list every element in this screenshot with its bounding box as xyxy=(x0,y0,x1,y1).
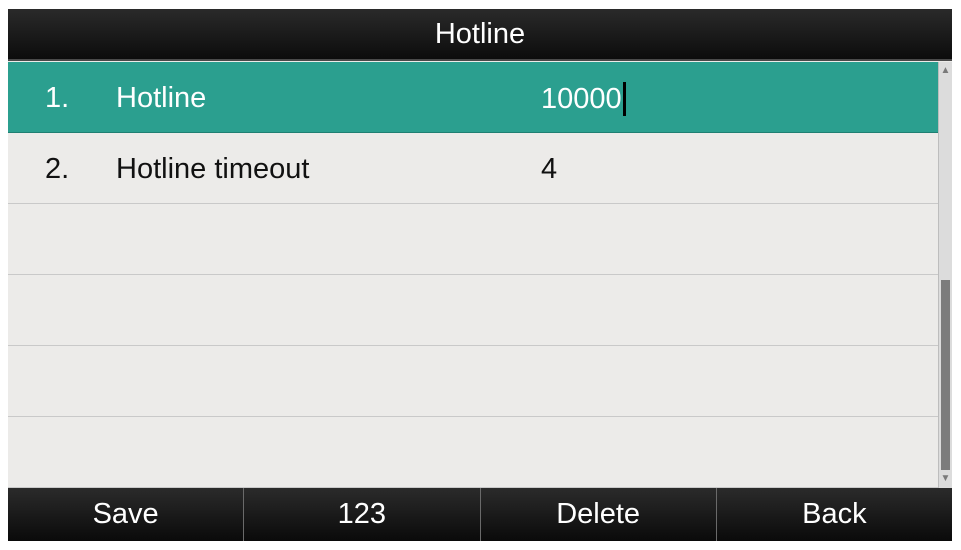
delete-button[interactable]: Delete xyxy=(481,488,717,541)
item-number: 1. xyxy=(45,82,70,114)
empty-row xyxy=(8,346,938,417)
scrollbar[interactable]: ▲ ▼ xyxy=(938,62,952,488)
item-label: Hotline xyxy=(116,82,207,114)
list-item-hotline-timeout[interactable]: 2. Hotline timeout 4 xyxy=(8,133,938,204)
input-value: 4 xyxy=(541,153,558,185)
input-value: 10000 xyxy=(541,82,622,115)
settings-list: 1. Hotline 10000 2. Hotline timeout 4 xyxy=(8,62,938,488)
text-cursor xyxy=(622,82,626,116)
empty-row xyxy=(8,417,938,488)
scroll-down-arrow-icon[interactable]: ▼ xyxy=(939,473,952,485)
item-number: 2. xyxy=(45,153,70,185)
save-button[interactable]: Save xyxy=(8,488,245,541)
hotline-number-input[interactable]: 10000 xyxy=(541,82,626,116)
scroll-up-arrow-icon[interactable]: ▲ xyxy=(939,65,952,77)
page-title: Hotline xyxy=(434,17,526,50)
back-button[interactable]: Back xyxy=(717,488,952,541)
empty-row xyxy=(8,275,938,346)
list-item-hotline[interactable]: 1. Hotline 10000 xyxy=(8,62,938,133)
scroll-thumb[interactable] xyxy=(941,280,950,470)
item-label: Hotline timeout xyxy=(116,153,310,185)
input-mode-button[interactable]: 123 xyxy=(244,488,481,541)
empty-row xyxy=(8,204,938,275)
phone-screen: Hotline 1. Hotline 10000 2. Hotline time… xyxy=(8,9,952,541)
hotline-timeout-input[interactable]: 4 xyxy=(541,153,557,186)
title-bar: Hotline xyxy=(8,9,952,61)
softkey-bar: Save 123 Delete Back xyxy=(8,488,952,541)
